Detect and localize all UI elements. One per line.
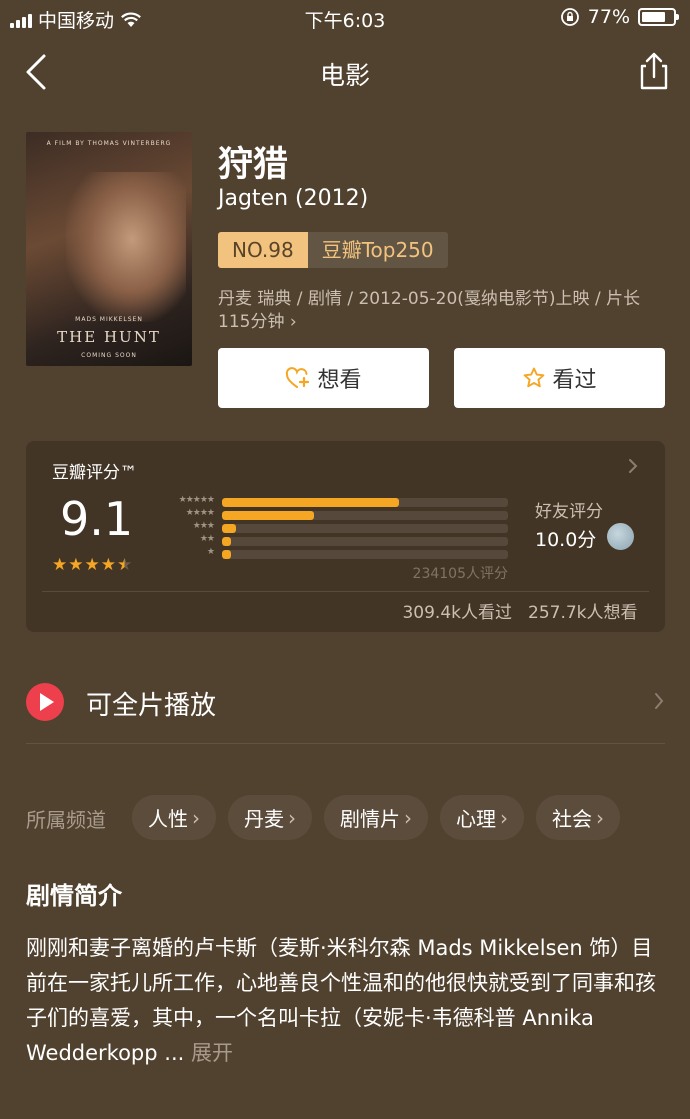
channel-chip[interactable]: 人性 ›	[132, 795, 216, 840]
chevron-right-icon: ›	[596, 805, 604, 830]
expand-link[interactable]: 展开	[191, 1041, 233, 1065]
star-icon: ★	[100, 555, 116, 575]
channel-chip-label: 心理	[456, 807, 496, 831]
movie-meta[interactable]: 丹麦 瑞典 / 剧情 / 2012-05-20(戛纳电影节)上映 / 片长115…	[218, 288, 664, 334]
rank-list-name: 豆瓣Top250	[307, 232, 448, 268]
want-to-watch-button[interactable]: 想看	[218, 348, 429, 408]
synopsis-body: 刚刚和妻子离婚的卢卡斯（麦斯·米科尔森 Mads Mikkelsen 饰）目前在…	[26, 936, 656, 1065]
card-divider	[42, 591, 649, 592]
friend-rating-score: 10.0分	[535, 529, 597, 551]
channel-chip[interactable]: 剧情片 ›	[324, 795, 428, 840]
channel-chip[interactable]: 社会 ›	[536, 795, 620, 840]
rating-bar	[222, 498, 508, 507]
page-title: 电影	[319, 61, 370, 90]
share-button[interactable]	[636, 50, 672, 92]
star-icon: ★	[68, 555, 84, 575]
synopsis-title: 剧情简介	[26, 882, 122, 910]
rank-badge[interactable]: NO.98 豆瓣Top250	[218, 232, 448, 268]
star-rating: ★ ★ ★ ★ ★	[52, 555, 132, 575]
rating-bar-fill	[222, 537, 231, 546]
channel-chip-label: 社会	[552, 807, 592, 831]
movie-title: 狩猎	[218, 145, 289, 185]
chevron-right-icon: ›	[288, 805, 296, 830]
chevron-right-icon[interactable]	[626, 456, 640, 476]
channel-chip-label: 剧情片	[340, 807, 400, 831]
status-bar: 中国移动 下午6:03 77%	[0, 0, 690, 36]
star-icon: ★	[52, 555, 68, 575]
heart-plus-icon	[286, 367, 310, 388]
movie-original-title: Jagten (2012)	[218, 186, 369, 211]
status-right: 77%	[560, 6, 679, 28]
rating-bar-fill	[222, 511, 314, 520]
channel-chip-label: 人性	[148, 807, 188, 831]
star-outline-icon	[524, 367, 545, 388]
rank-number: NO.98	[218, 232, 308, 268]
rating-score: 9.1	[60, 492, 134, 546]
poster-footer: COMING SOON	[81, 352, 137, 359]
want-label: 想看	[317, 368, 362, 393]
poster-portrait	[66, 172, 186, 322]
rating-bar-fill	[222, 550, 231, 559]
battery-fill	[642, 12, 666, 22]
star-icon: ★	[117, 555, 133, 575]
chevron-right-icon: ›	[404, 805, 412, 830]
bar-star-label: ★★★	[192, 521, 215, 531]
section-divider	[26, 743, 665, 744]
friend-rating-label: 好友评分	[535, 502, 603, 522]
rating-bar	[222, 524, 508, 533]
orientation-lock-icon	[560, 8, 579, 26]
rating-count: 234105人评分	[412, 566, 508, 582]
channel-chip-label: 丹麦	[244, 807, 284, 831]
rating-bar	[222, 537, 508, 546]
battery-percent: 77%	[587, 6, 630, 28]
poster-actor: MADS MIKKELSEN	[75, 316, 143, 323]
play-label[interactable]: 可全片播放	[86, 685, 216, 722]
want-count: 257.7k人想看	[528, 603, 638, 623]
chevron-right-icon: ›	[192, 805, 200, 830]
chevron-right-icon[interactable]	[652, 690, 666, 712]
friend-avatar[interactable]	[607, 523, 634, 550]
channel-chip[interactable]: 丹麦 ›	[228, 795, 312, 840]
bar-star-label: ★★★★★	[178, 495, 215, 505]
rating-label: 豆瓣评分™	[52, 463, 137, 483]
poster-title: THE HUNT	[57, 328, 161, 346]
battery-icon	[638, 8, 679, 26]
seen-count: 309.4k人看过	[402, 603, 512, 623]
rating-bar	[222, 550, 508, 559]
bar-star-label: ★★★★	[185, 508, 215, 518]
rating-bar-fill	[222, 498, 400, 507]
chevron-right-icon: ›	[500, 805, 508, 830]
channel-chip[interactable]: 心理 ›	[440, 795, 524, 840]
play-icon[interactable]	[26, 683, 64, 721]
channel-label: 所属频道	[26, 808, 106, 832]
poster-credit: A FILM BY THOMAS VINTERBERG	[46, 140, 172, 147]
bar-star-label: ★	[206, 547, 215, 557]
rating-bar-fill	[222, 524, 237, 533]
watched-button[interactable]: 看过	[454, 348, 665, 408]
rating-bar	[222, 511, 508, 520]
bar-star-label: ★★	[199, 534, 215, 544]
synopsis-text: 刚刚和妻子离婚的卢卡斯（麦斯·米科尔森 Mads Mikkelsen 饰）目前在…	[26, 931, 666, 1071]
channel-chips: 人性 › 丹麦 › 剧情片 › 心理 › 社会 ›	[132, 795, 620, 840]
star-icon: ★	[84, 555, 100, 575]
seen-label: 看过	[552, 368, 597, 393]
movie-poster[interactable]: A FILM BY THOMAS VINTERBERG MADS MIKKELS…	[26, 132, 192, 366]
